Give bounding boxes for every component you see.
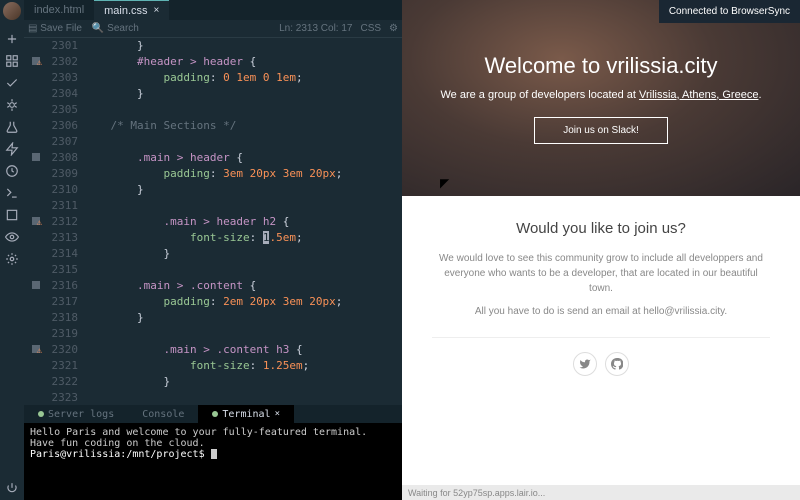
cursor-position: Ln: 2313 Col: 17 xyxy=(279,23,352,34)
close-icon[interactable]: × xyxy=(154,5,160,16)
bottom-panel: Server logsConsoleTerminal× Hello Paris … xyxy=(24,405,402,500)
browser-preview: Connected to BrowserSync ◤ Welcome to vr… xyxy=(402,0,800,500)
panel-tab-console[interactable]: Console xyxy=(128,405,198,423)
hero-subtitle: We are a group of developers located at … xyxy=(440,89,761,101)
square-icon[interactable] xyxy=(0,204,24,226)
panel-tab-terminal[interactable]: Terminal× xyxy=(198,405,294,423)
terminal-cursor xyxy=(211,449,217,459)
apps-icon[interactable] xyxy=(0,50,24,72)
terminal-line: Hello Paris and welcome to your fully-fe… xyxy=(30,427,396,438)
search-button[interactable]: 🔍 Search xyxy=(92,23,139,34)
join-slack-button[interactable]: Join us on Slack! xyxy=(534,117,668,144)
editor-tabs: index.htmlmain.css× xyxy=(24,0,402,20)
mouse-cursor: ◤ xyxy=(440,176,449,190)
terminal-line: Have fun coding on the cloud. xyxy=(30,438,396,449)
browsersync-badge: Connected to BrowserSync xyxy=(659,0,800,23)
code-editor[interactable]: 23012302⚠2303230423052306230723082309231… xyxy=(24,38,402,405)
editor-pane: index.htmlmain.css× ▤ Save File 🔍 Search… xyxy=(24,0,402,500)
settings-icon[interactable]: ⚙ xyxy=(389,23,398,34)
close-icon[interactable]: × xyxy=(275,409,280,419)
plus-icon[interactable] xyxy=(0,28,24,50)
editor-toolbar: ▤ Save File 🔍 Search Ln: 2313 Col: 17 CS… xyxy=(24,20,402,38)
power-icon[interactable] xyxy=(0,478,24,500)
hero-title: Welcome to vrilissia.city xyxy=(484,53,717,79)
gear-icon[interactable] xyxy=(0,248,24,270)
avatar[interactable] xyxy=(3,2,21,20)
language-mode[interactable]: CSS xyxy=(360,23,381,34)
terminal-prompt: Paris@vrilissia:/mnt/project$ xyxy=(30,449,211,460)
bug-icon[interactable] xyxy=(0,94,24,116)
join-text-2: All you have to do is send an email at h… xyxy=(432,304,770,319)
browser-status-bar: Waiting for 52yp75sp.apps.lair.io... xyxy=(402,485,800,500)
hero-section: Welcome to vrilissia.city We are a group… xyxy=(402,0,800,196)
beaker-icon[interactable] xyxy=(0,116,24,138)
activity-bar xyxy=(0,0,24,500)
save-file-button[interactable]: ▤ Save File xyxy=(28,23,82,34)
divider xyxy=(432,337,770,338)
bolt-icon[interactable] xyxy=(0,138,24,160)
panel-tabs: Server logsConsoleTerminal× xyxy=(24,405,402,423)
eye-icon[interactable] xyxy=(0,226,24,248)
tab-index-html[interactable]: index.html xyxy=(24,0,94,20)
panel-tab-server-logs[interactable]: Server logs xyxy=(24,405,128,423)
social-links xyxy=(432,352,770,376)
terminal-icon[interactable] xyxy=(0,182,24,204)
terminal[interactable]: Hello Paris and welcome to your fully-fe… xyxy=(24,423,402,500)
tab-main-css[interactable]: main.css× xyxy=(94,0,169,20)
join-section: Would you like to join us? We would love… xyxy=(402,196,800,485)
clock-icon[interactable] xyxy=(0,160,24,182)
check-icon[interactable] xyxy=(0,72,24,94)
join-text-1: We would love to see this community grow… xyxy=(432,251,770,296)
join-title: Would you like to join us? xyxy=(432,220,770,237)
github-icon[interactable] xyxy=(605,352,629,376)
twitter-icon[interactable] xyxy=(573,352,597,376)
